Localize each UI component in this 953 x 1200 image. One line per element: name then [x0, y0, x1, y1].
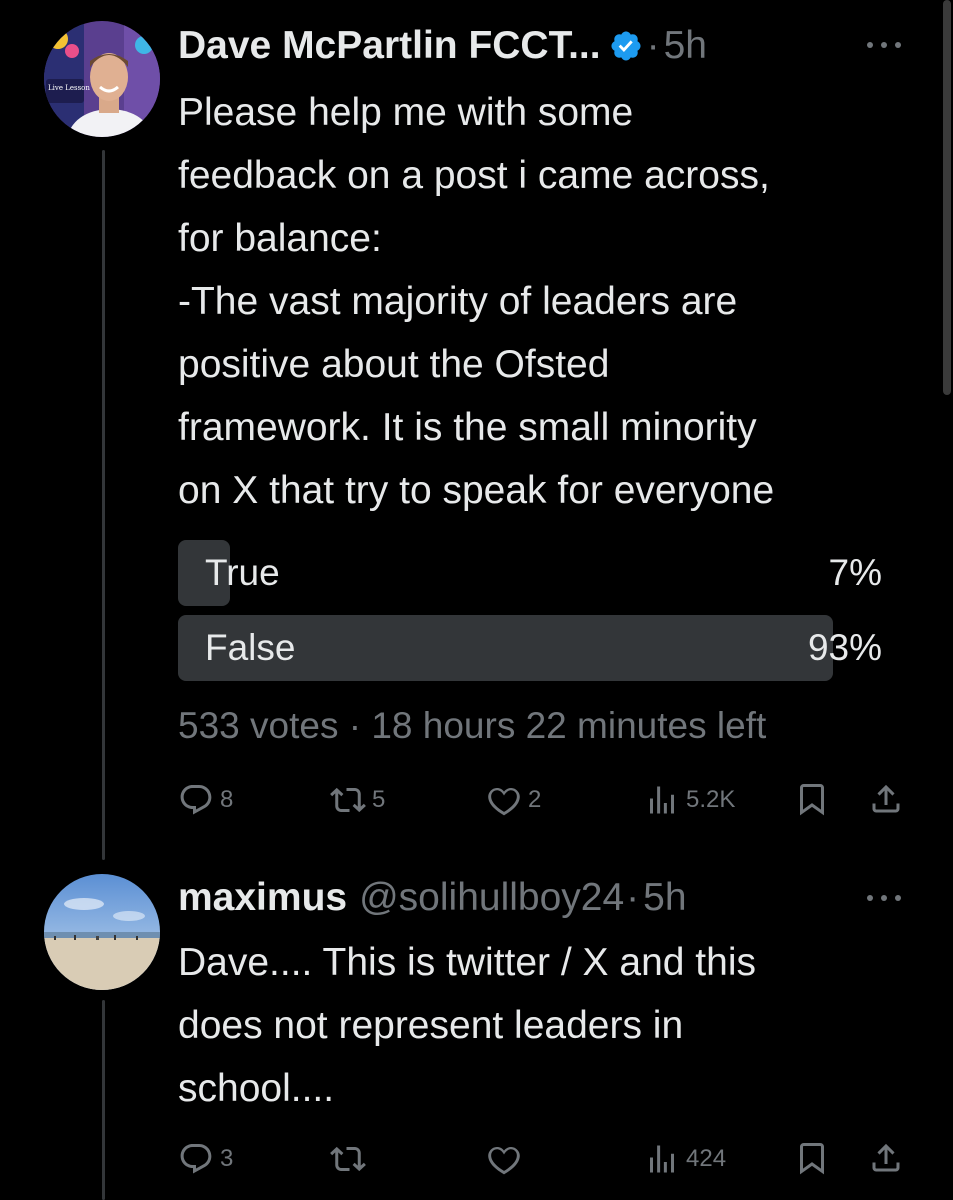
reply-view-count: 424	[686, 1145, 727, 1172]
heart-icon	[488, 1146, 520, 1175]
avatar-caption: Live Lesson	[48, 84, 90, 92]
repost-icon	[330, 1146, 366, 1172]
reply-text: Dave.... This is twitter / X and this do…	[178, 931, 756, 1120]
reply-author-handle[interactable]: @solihullboy24	[359, 876, 624, 920]
reply-icon	[180, 785, 212, 815]
reply-like-button[interactable]	[486, 1141, 528, 1177]
reply-count: 8	[220, 786, 234, 813]
poll-option-percent: 93%	[807, 627, 882, 668]
reply-repost-button[interactable]	[330, 1141, 372, 1177]
bookmark-icon	[800, 1143, 824, 1175]
poll-option-label: True	[205, 552, 280, 593]
like-count: 2	[528, 786, 542, 813]
post-text-line: feedback on a post i came across,	[178, 154, 770, 197]
post-text-line: -The vast majority of leaders are	[178, 280, 738, 323]
reply-timestamp[interactable]: 5h	[643, 876, 686, 920]
reply-reply-count: 3	[220, 1145, 234, 1172]
share-icon	[872, 1143, 900, 1172]
avatar-maximus[interactable]	[44, 874, 160, 990]
views-icon	[650, 786, 674, 814]
more-options-icon[interactable]	[867, 40, 901, 50]
author-name[interactable]: Dave McPartlin FCCT...	[178, 24, 601, 68]
post-time-separator: ·	[646, 24, 660, 67]
reply-reply-button[interactable]: 3	[178, 1141, 233, 1177]
reply-header: maximus @solihullboy24 · 5h	[178, 872, 687, 924]
post-text-line: Please help me with some	[178, 91, 634, 134]
thread-line	[102, 1000, 105, 1200]
views-button[interactable]: 5.2K	[644, 782, 735, 818]
poll-option-true[interactable]: True 7%	[178, 540, 882, 606]
heart-icon	[488, 787, 520, 816]
poll-option-percent: 7%	[828, 552, 882, 593]
like-button[interactable]: 2	[486, 782, 541, 818]
avatar-dave[interactable]: Live Lesson	[44, 21, 160, 137]
verified-badge-icon	[611, 31, 641, 61]
reply-text-line: does not represent leaders in	[178, 1004, 684, 1047]
post-text-line: positive about the Ofsted	[178, 343, 610, 386]
reply-views-button[interactable]: 424	[644, 1141, 726, 1177]
repost-icon	[330, 787, 366, 813]
bookmark-icon	[800, 784, 824, 816]
post-text-line: for balance:	[178, 217, 382, 260]
poll-meta: 533 votes · 18 hours 22 minutes left	[178, 705, 767, 746]
reply-author-name[interactable]: maximus	[178, 876, 347, 920]
reply-share-button[interactable]	[868, 1139, 904, 1177]
post-text-line: on X that try to speak for everyone	[178, 469, 775, 512]
reply-bookmark-button[interactable]	[794, 1139, 830, 1177]
post-timestamp[interactable]: 5h	[664, 24, 707, 68]
reply-text-line: school....	[178, 1067, 335, 1110]
repost-count: 5	[372, 786, 386, 813]
reply-time-separator: ·	[626, 876, 640, 919]
post-text-line: framework. It is the small minority	[178, 406, 757, 449]
poll-option-label: False	[205, 627, 296, 668]
share-button[interactable]	[868, 780, 904, 818]
thread-line	[102, 150, 105, 860]
reply-text-line: Dave.... This is twitter / X and this	[178, 941, 756, 984]
bookmark-button[interactable]	[794, 780, 830, 818]
repost-button[interactable]: 5	[330, 782, 385, 818]
view-count: 5.2K	[686, 786, 736, 813]
reply-more-options-icon[interactable]	[867, 893, 901, 903]
poll-option-false[interactable]: False 93%	[178, 615, 882, 681]
reply-button[interactable]: 8	[178, 782, 233, 818]
share-icon	[872, 784, 900, 813]
scrollbar[interactable]	[943, 0, 951, 395]
post-header: Dave McPartlin FCCT... · 5h	[178, 20, 707, 72]
post-text: Please help me with some feedback on a p…	[178, 81, 774, 522]
views-icon	[650, 1145, 674, 1173]
reply-icon	[180, 1144, 212, 1174]
